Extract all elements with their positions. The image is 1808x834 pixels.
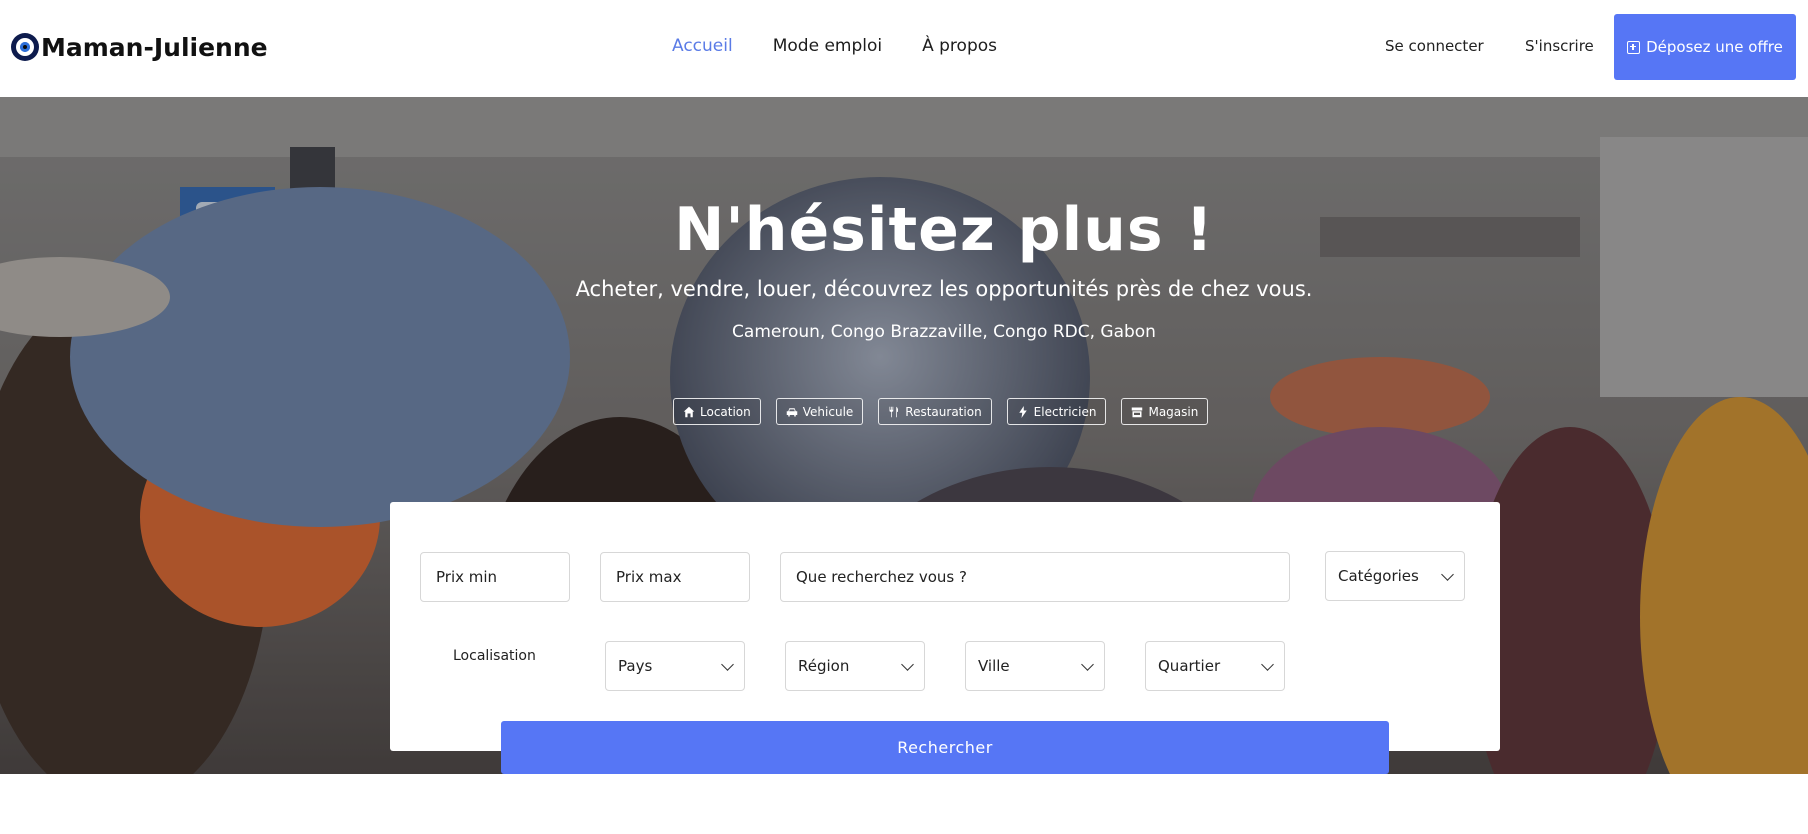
chevron-down-icon <box>1081 658 1094 671</box>
region-select[interactable]: Région <box>785 641 925 691</box>
signup-link[interactable]: S'inscrire <box>1525 37 1594 55</box>
country-select-value: Pays <box>618 657 653 675</box>
category-chip-label: Vehicule <box>802 404 854 419</box>
nav-link-a-propos[interactable]: À propos <box>922 36 997 56</box>
bolt-icon <box>1018 405 1027 418</box>
category-chip-label: Location <box>700 404 751 419</box>
nav-link-accueil[interactable]: Accueil <box>672 36 733 56</box>
category-chip-electricien[interactable]: Electricien <box>1006 398 1107 425</box>
post-offer-button[interactable]: Déposez une offre <box>1614 14 1796 80</box>
category-chip-vehicule[interactable]: Vehicule <box>775 398 864 425</box>
main-nav: Accueil Mode emploi À propos <box>672 36 1037 56</box>
categories-select[interactable]: Catégories <box>1325 551 1465 601</box>
top-navbar: Maman-Julienne Accueil Mode emploi À pro… <box>0 0 1808 97</box>
price-min-input[interactable] <box>420 552 570 602</box>
utensils-icon <box>889 406 899 417</box>
chevron-down-icon <box>721 658 734 671</box>
chevron-down-icon <box>1441 568 1454 581</box>
hero-countries: Cameroun, Congo Brazzaville, Congo RDC, … <box>732 322 1156 342</box>
category-chip-magasin[interactable]: Magasin <box>1121 398 1209 425</box>
search-submit-button[interactable]: Rechercher <box>501 721 1389 774</box>
category-chip-label: Electricien <box>1033 404 1097 419</box>
category-chip-location[interactable]: Location <box>673 398 761 425</box>
country-select[interactable]: Pays <box>605 641 745 691</box>
evil-eye-logo-icon <box>11 33 39 61</box>
location-label: Localisation <box>453 648 536 664</box>
login-link[interactable]: Se connecter <box>1385 37 1484 55</box>
brand-logo[interactable]: Maman-Julienne <box>11 30 268 64</box>
category-chip-restauration[interactable]: Restauration <box>878 398 992 425</box>
search-form-card: Catégories Localisation Pays Région Vill… <box>390 502 1500 751</box>
region-select-value: Région <box>798 657 850 675</box>
nav-link-mode-emploi[interactable]: Mode emploi <box>773 36 882 56</box>
chevron-down-icon <box>1261 658 1274 671</box>
district-select-value: Quartier <box>1158 657 1221 675</box>
category-chips: Location Vehicule Restauration Electrici… <box>673 398 1209 425</box>
plus-square-icon <box>1627 40 1641 54</box>
hero-title: N'hésitez plus ! <box>674 195 1214 265</box>
category-chip-label: Magasin <box>1148 404 1199 419</box>
city-select-value: Ville <box>978 657 1010 675</box>
hero-subtitle: Acheter, vendre, louer, découvrez les op… <box>575 277 1313 301</box>
district-select[interactable]: Quartier <box>1145 641 1285 691</box>
category-chip-label: Restauration <box>905 404 982 419</box>
city-select[interactable]: Ville <box>965 641 1105 691</box>
car-icon <box>786 407 798 416</box>
post-offer-label: Déposez une offre <box>1646 38 1783 56</box>
price-max-input[interactable] <box>600 552 750 602</box>
categories-select-value: Catégories <box>1338 567 1419 585</box>
home-icon <box>683 406 695 417</box>
chevron-down-icon <box>901 658 914 671</box>
store-icon <box>1132 407 1143 417</box>
brand-name: Maman-Julienne <box>41 32 268 62</box>
search-query-input[interactable] <box>780 552 1290 602</box>
